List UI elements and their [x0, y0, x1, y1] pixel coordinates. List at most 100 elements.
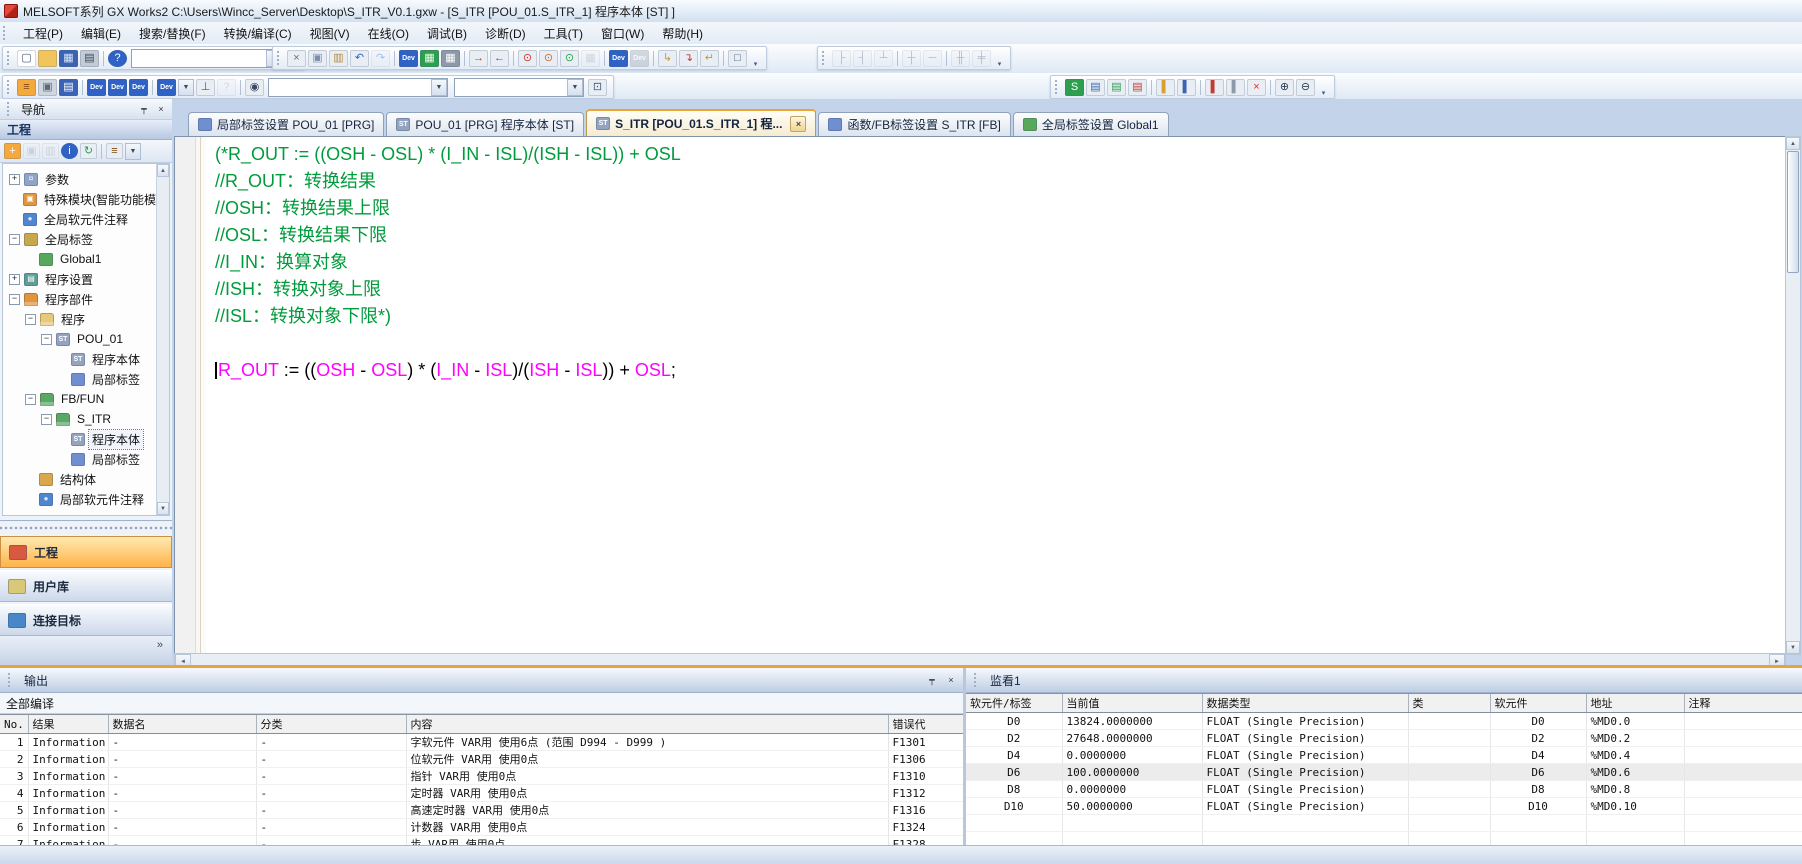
dropdown-arrow-icon[interactable]: ▼ [567, 79, 583, 96]
local-label-icon[interactable] [71, 453, 85, 466]
pin-icon[interactable]: ┯ [925, 673, 939, 687]
refresh-icon[interactable]: ↻ [80, 143, 97, 159]
menu-item[interactable]: 视图(V) [301, 22, 359, 45]
ladder-edit-branch-icon[interactable]: ┼ [902, 50, 921, 67]
module-configuration-icon[interactable]: ▣ [38, 79, 57, 96]
copy-data-icon[interactable]: ▣ [23, 143, 40, 159]
menu-item[interactable]: 编辑(E) [72, 22, 130, 45]
grip-handle[interactable] [277, 51, 281, 65]
local-label-icon[interactable] [71, 373, 85, 386]
menu-item[interactable]: 诊断(D) [476, 22, 535, 45]
toolbar-overflow-icon[interactable]: ▾ [750, 48, 761, 68]
close-icon[interactable]: × [944, 673, 958, 687]
ladder-edit-contact-icon[interactable]: ├ [832, 50, 851, 67]
tree-item[interactable]: +▤程序设置 [3, 269, 169, 289]
find-device-icon[interactable]: ⊙ [518, 50, 537, 67]
watch-row[interactable]: D1050.0000000FLOAT (Single Precision)D10… [966, 798, 1802, 815]
nav-splitter[interactable] [0, 520, 172, 534]
tree-item[interactable]: −程序 [3, 309, 169, 329]
device-test-icon[interactable]: ⊥ [196, 79, 215, 96]
watch-row[interactable]: D227648.0000000FLOAT (Single Precision)D… [966, 730, 1802, 747]
print-icon[interactable]: ▤ [80, 50, 99, 67]
monitor-start-icon[interactable]: S [1065, 79, 1084, 96]
label-table-icon[interactable] [198, 118, 212, 131]
tree-expander[interactable]: + [9, 274, 20, 285]
tree-item[interactable]: −STPOU_01 [3, 329, 169, 349]
jump-destination-icon[interactable]: ← [490, 50, 509, 67]
close-icon[interactable]: × [154, 102, 168, 116]
global-device-comment-icon[interactable]: ● [23, 213, 37, 226]
tree-expander[interactable]: − [9, 294, 20, 305]
paste-icon[interactable]: ▥ [329, 50, 348, 67]
st-body-icon[interactable]: ST [71, 433, 85, 446]
grip-handle[interactable] [7, 80, 11, 94]
menu-item[interactable]: 工程(P) [14, 22, 72, 45]
scroll-up-icon[interactable]: ▲ [1786, 137, 1800, 150]
dropdown-arrow-icon[interactable]: ▼ [178, 79, 194, 96]
tab-pou_01-prg-st-[interactable]: STPOU_01 [PRG] 程序本体 [ST] [386, 112, 584, 136]
menu-item[interactable]: 搜索/替换(F) [130, 22, 215, 45]
tree-item[interactable]: ST程序本体 [3, 349, 169, 369]
tab--global1[interactable]: 全局标签设置 Global1 [1013, 112, 1169, 136]
find-binoculars-icon[interactable]: ◉ [245, 79, 264, 96]
tree-item[interactable]: −全局标签 [3, 229, 169, 249]
structure-icon[interactable] [39, 473, 53, 486]
find-instruction-icon[interactable]: ⊙ [539, 50, 558, 67]
tree-item[interactable]: +¤参数 [3, 169, 169, 189]
global-label-table-icon[interactable] [1023, 118, 1037, 131]
nav-tree-scrollbar[interactable]: ▲▼ [156, 164, 169, 515]
vertical-scroll-thumb[interactable] [1787, 151, 1799, 273]
device-display-menu-icon[interactable]: Dev [157, 79, 176, 96]
tree-item[interactable]: ▣特殊模块(智能功能模块) [3, 189, 169, 209]
buffer-monitor-icon[interactable]: ▌ [1177, 79, 1196, 96]
device-memory-icon[interactable]: ▦ [441, 50, 460, 67]
buffer-memory-icon[interactable]: ▌ [1156, 79, 1175, 96]
find-scope-combo[interactable]: ▼ [454, 78, 584, 97]
grip-handle[interactable] [822, 51, 826, 65]
tree-expander[interactable]: − [25, 314, 36, 325]
ladder-edit-line-icon[interactable]: ─ [923, 50, 942, 67]
project-data-list-icon[interactable]: ≡ [17, 79, 36, 96]
watch-row[interactable]: D013824.0000000FLOAT (Single Precision)D… [966, 713, 1802, 730]
monitor-write-icon[interactable]: ▤ [1086, 79, 1105, 96]
scroll-up-icon[interactable]: ▲ [157, 164, 169, 177]
new-file-icon[interactable]: ▢ [17, 50, 36, 67]
ladder-edit-delete-icon[interactable]: ╪ [972, 50, 991, 67]
pou-folder-icon[interactable] [24, 293, 38, 306]
device-display-stop-icon[interactable]: Dev [630, 50, 649, 67]
device-monitor-icon[interactable]: ▦ [420, 50, 439, 67]
menu-item[interactable]: 转换/编译(C) [215, 22, 301, 45]
device-label-display-icon[interactable]: Dev [108, 79, 127, 96]
tab-close-icon[interactable]: × [790, 116, 806, 132]
menu-item[interactable]: 窗口(W) [592, 22, 653, 45]
data-info-icon[interactable]: i [61, 143, 78, 159]
ladder-jump-icon[interactable]: ↳ [658, 50, 677, 67]
table-row[interactable]: 1Information--字软元件 VAR用 使用6点 (范围 D994 - … [0, 734, 963, 751]
table-row[interactable]: 2Information--位软元件 VAR用 使用0点F1306 [0, 751, 963, 768]
parameter-icon[interactable]: ¤ [24, 173, 38, 186]
tree-item[interactable]: ●局部软元件注释 [3, 489, 169, 509]
cut-icon[interactable]: × [287, 50, 306, 67]
st-pou-icon[interactable]: ST [56, 333, 70, 346]
tree-item[interactable]: ST程序本体 [3, 429, 169, 449]
watch-clear-icon[interactable]: × [1247, 79, 1266, 96]
ladder-edit-coil-icon[interactable]: ┴ [874, 50, 893, 67]
cross-reference-icon[interactable]: ▦ [581, 50, 600, 67]
help-context-icon[interactable]: ? [217, 79, 236, 96]
open-folder-icon[interactable] [38, 50, 57, 67]
menu-item[interactable]: 在线(O) [359, 22, 418, 45]
menu-item[interactable]: 帮助(H) [653, 22, 712, 45]
tree-expander[interactable]: + [9, 174, 20, 185]
scroll-down-icon[interactable]: ▼ [157, 502, 169, 515]
table-row[interactable]: 5Information--高速定时器 VAR用 使用0点F1316 [0, 802, 963, 819]
tree-expander[interactable]: − [41, 414, 52, 425]
grip-handle[interactable] [7, 51, 11, 65]
page-find-icon[interactable]: ⊡ [588, 79, 607, 96]
tree-item[interactable]: −S_ITR [3, 409, 169, 429]
watch-empty-row[interactable] [966, 832, 1802, 846]
quick-access-combo[interactable]: ▼ [131, 49, 283, 68]
tab-s_itr-pou_01-s_itr_1-[interactable]: STS_ITR [POU_01.S_ITR_1] 程...× [586, 109, 816, 136]
watch-row[interactable]: D80.0000000FLOAT (Single Precision)D8%MD… [966, 781, 1802, 798]
tree-item[interactable]: Global1 [3, 249, 169, 269]
st-code-editor[interactable]: (*R_OUT := ((OSH - OSL) * (I_IN - ISL)/(… [174, 136, 1786, 655]
